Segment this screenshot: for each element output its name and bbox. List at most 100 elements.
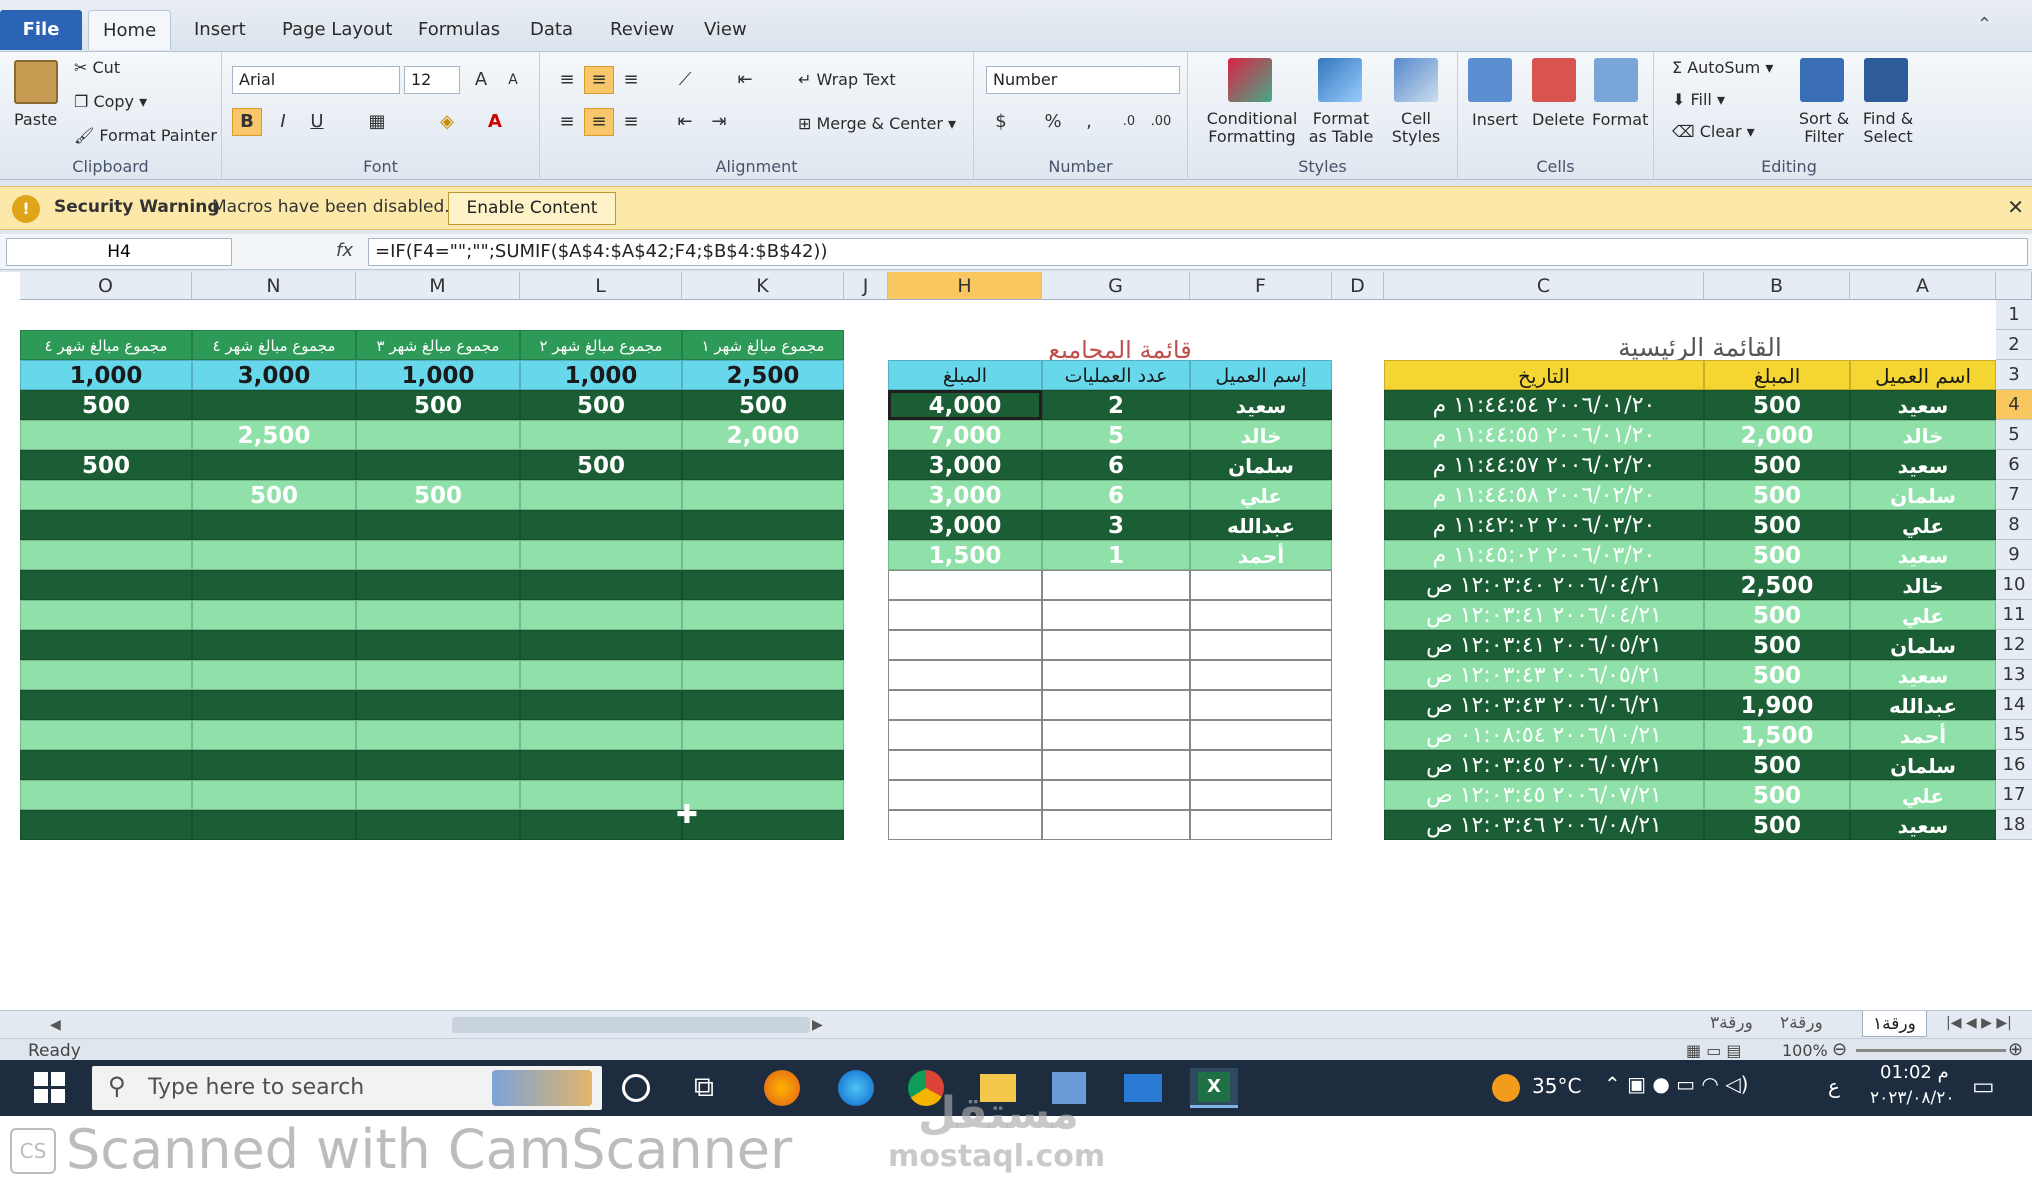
main-cell-date[interactable]: ٢٠٠٦/١٠/٢١ ٠١:٠٨:٥٤ ص bbox=[1384, 720, 1704, 750]
monthly-cell[interactable] bbox=[20, 720, 192, 750]
input-language[interactable]: ع bbox=[1828, 1074, 1840, 1098]
shrink-font-icon[interactable]: A bbox=[498, 66, 528, 94]
windows-start-icon[interactable] bbox=[34, 1072, 66, 1104]
row-header[interactable]: 17 bbox=[1996, 780, 2032, 810]
find-select-button[interactable]: Find & Select bbox=[1856, 110, 1920, 146]
monthly-cell[interactable]: 500 bbox=[356, 390, 520, 420]
row-header[interactable]: 8 bbox=[1996, 510, 2032, 540]
col-header-f[interactable]: F bbox=[1190, 272, 1332, 300]
view-normal-icon[interactable]: ▦ ▭ ▤ bbox=[1686, 1041, 1742, 1060]
totals-cell-amount[interactable]: 1,500 bbox=[888, 540, 1042, 570]
format-button[interactable]: Format bbox=[1592, 110, 1648, 129]
main-cell-amount[interactable]: 1,900 bbox=[1704, 690, 1850, 720]
main-cell-client[interactable]: سعيد bbox=[1850, 810, 1996, 840]
merge-center-button[interactable]: ⊞ Merge & Center ▾ bbox=[798, 114, 956, 133]
main-cell-date[interactable]: ٢٠٠٦/٠٥/٢١ ١٢:٠٣:٤١ ص bbox=[1384, 630, 1704, 660]
monthly-cell[interactable] bbox=[20, 750, 192, 780]
format-as-table-button[interactable]: Format as Table bbox=[1306, 110, 1376, 146]
main-cell-client[interactable]: سلمان bbox=[1850, 630, 1996, 660]
totals-cell-empty[interactable] bbox=[1042, 690, 1190, 720]
totals-cell-empty[interactable] bbox=[1042, 630, 1190, 660]
main-cell-date[interactable]: ٢٠٠٦/٠٨/٢١ ١٢:٠٣:٤٦ ص bbox=[1384, 810, 1704, 840]
totals-cell-empty[interactable] bbox=[1190, 690, 1332, 720]
totals-cell-amount[interactable]: 4,000 bbox=[888, 390, 1042, 420]
sheet-tab-3[interactable]: ورقة٣ bbox=[1710, 1013, 1753, 1033]
totals-cell-empty[interactable] bbox=[888, 660, 1042, 690]
monthly-cell[interactable]: 500 bbox=[682, 390, 844, 420]
monthly-cell[interactable] bbox=[192, 540, 356, 570]
edge-icon[interactable] bbox=[838, 1070, 874, 1106]
main-cell-client[interactable]: سعيد bbox=[1850, 390, 1996, 420]
row-header[interactable]: 10 bbox=[1996, 570, 2032, 600]
monthly-cell[interactable] bbox=[356, 660, 520, 690]
tab-review[interactable]: Review bbox=[596, 10, 688, 50]
main-cell-date[interactable]: ٢٠٠٦/٠٧/٢١ ١٢:٠٣:٤٥ ص bbox=[1384, 780, 1704, 810]
totals-cell-empty[interactable] bbox=[1042, 570, 1190, 600]
row-header[interactable]: 9 bbox=[1996, 540, 2032, 570]
col-header-g[interactable]: G bbox=[1042, 272, 1190, 300]
main-cell-amount[interactable]: 500 bbox=[1704, 480, 1850, 510]
monthly-cell[interactable] bbox=[682, 810, 844, 840]
totals-cell-empty[interactable] bbox=[1042, 810, 1190, 840]
totals-cell-amount[interactable]: 3,000 bbox=[888, 480, 1042, 510]
cut-button[interactable]: ✂ Cut bbox=[74, 58, 120, 77]
main-cell-date[interactable]: ٢٠٠٦/٠٣/٢٠ ١١:٤٢:٠٢ م bbox=[1384, 510, 1704, 540]
main-cell-client[interactable]: خالد bbox=[1850, 420, 1996, 450]
tab-insert[interactable]: Insert bbox=[180, 10, 260, 50]
monthly-cell[interactable] bbox=[20, 660, 192, 690]
monthly-cell[interactable] bbox=[20, 780, 192, 810]
monthly-cell[interactable] bbox=[192, 630, 356, 660]
monthly-cell[interactable] bbox=[682, 750, 844, 780]
autosum-button[interactable]: Σ AutoSum ▾ bbox=[1672, 58, 1773, 77]
italic-button[interactable]: I bbox=[268, 108, 298, 136]
monthly-cell[interactable] bbox=[682, 480, 844, 510]
monthly-cell[interactable] bbox=[356, 780, 520, 810]
align-bottom-icon[interactable]: ≡ bbox=[616, 66, 646, 94]
main-cell-amount[interactable]: 500 bbox=[1704, 660, 1850, 690]
worksheet[interactable]: O N M L K J H G F D C B A 1 2 3 4 5 6 7 8 9 10 11 1… bbox=[0, 272, 2032, 1010]
monthly-cell[interactable] bbox=[682, 450, 844, 480]
monthly-cell[interactable]: 500 bbox=[20, 450, 192, 480]
taskbar-search[interactable]: ⚲ Type here to search bbox=[92, 1066, 602, 1110]
fill-color-icon[interactable]: ◈ bbox=[432, 108, 462, 136]
totals-cell-client[interactable]: علي bbox=[1190, 480, 1332, 510]
monthly-cell[interactable] bbox=[192, 750, 356, 780]
name-box[interactable]: H4 bbox=[6, 238, 232, 266]
monthly-cell[interactable] bbox=[682, 780, 844, 810]
monthly-cell[interactable] bbox=[520, 660, 682, 690]
monthly-cell[interactable] bbox=[356, 690, 520, 720]
totals-cell-empty[interactable] bbox=[888, 570, 1042, 600]
main-cell-client[interactable]: سلمان bbox=[1850, 750, 1996, 780]
monthly-cell[interactable] bbox=[520, 690, 682, 720]
sort-filter-button[interactable]: Sort & Filter bbox=[1792, 110, 1856, 146]
firefox-icon[interactable] bbox=[764, 1070, 800, 1106]
monthly-cell[interactable] bbox=[682, 570, 844, 600]
monthly-cell[interactable] bbox=[20, 420, 192, 450]
monthly-cell[interactable] bbox=[682, 510, 844, 540]
monthly-cell[interactable] bbox=[20, 570, 192, 600]
monthly-cell[interactable] bbox=[192, 600, 356, 630]
monthly-cell[interactable]: 500 bbox=[356, 480, 520, 510]
main-cell-date[interactable]: ٢٠٠٦/٠٤/٢١ ١٢:٠٣:٤١ ص bbox=[1384, 600, 1704, 630]
conditional-formatting-button[interactable]: Conditional Formatting bbox=[1202, 110, 1302, 146]
tray-icons[interactable]: ⌃ ▣ ● ▭ ◠ ◁) bbox=[1604, 1072, 1748, 1096]
wrap-text-button[interactable]: ↵ Wrap Text bbox=[798, 70, 896, 89]
main-cell-amount[interactable]: 1,500 bbox=[1704, 720, 1850, 750]
mail-icon[interactable] bbox=[1124, 1074, 1162, 1102]
main-cell-client[interactable]: سعيد bbox=[1850, 660, 1996, 690]
percent-button[interactable]: % bbox=[1038, 108, 1068, 136]
main-cell-client[interactable]: علي bbox=[1850, 600, 1996, 630]
totals-cell-count[interactable]: 5 bbox=[1042, 420, 1190, 450]
main-cell-client[interactable]: سعيد bbox=[1850, 450, 1996, 480]
main-cell-client[interactable]: سعيد bbox=[1850, 540, 1996, 570]
main-cell-amount[interactable]: 2,500 bbox=[1704, 570, 1850, 600]
main-cell-amount[interactable]: 500 bbox=[1704, 810, 1850, 840]
cell-styles-icon[interactable] bbox=[1394, 58, 1438, 102]
text-direction-icon[interactable]: ⇤ bbox=[730, 66, 760, 94]
main-cell-client[interactable]: خالد bbox=[1850, 570, 1996, 600]
zoom-level[interactable]: 100% bbox=[1782, 1041, 1828, 1060]
paste-icon[interactable] bbox=[14, 60, 58, 104]
underline-button[interactable]: U bbox=[302, 108, 332, 136]
totals-cell-count[interactable]: 6 bbox=[1042, 480, 1190, 510]
comma-style-icon[interactable]: , bbox=[1074, 108, 1104, 136]
